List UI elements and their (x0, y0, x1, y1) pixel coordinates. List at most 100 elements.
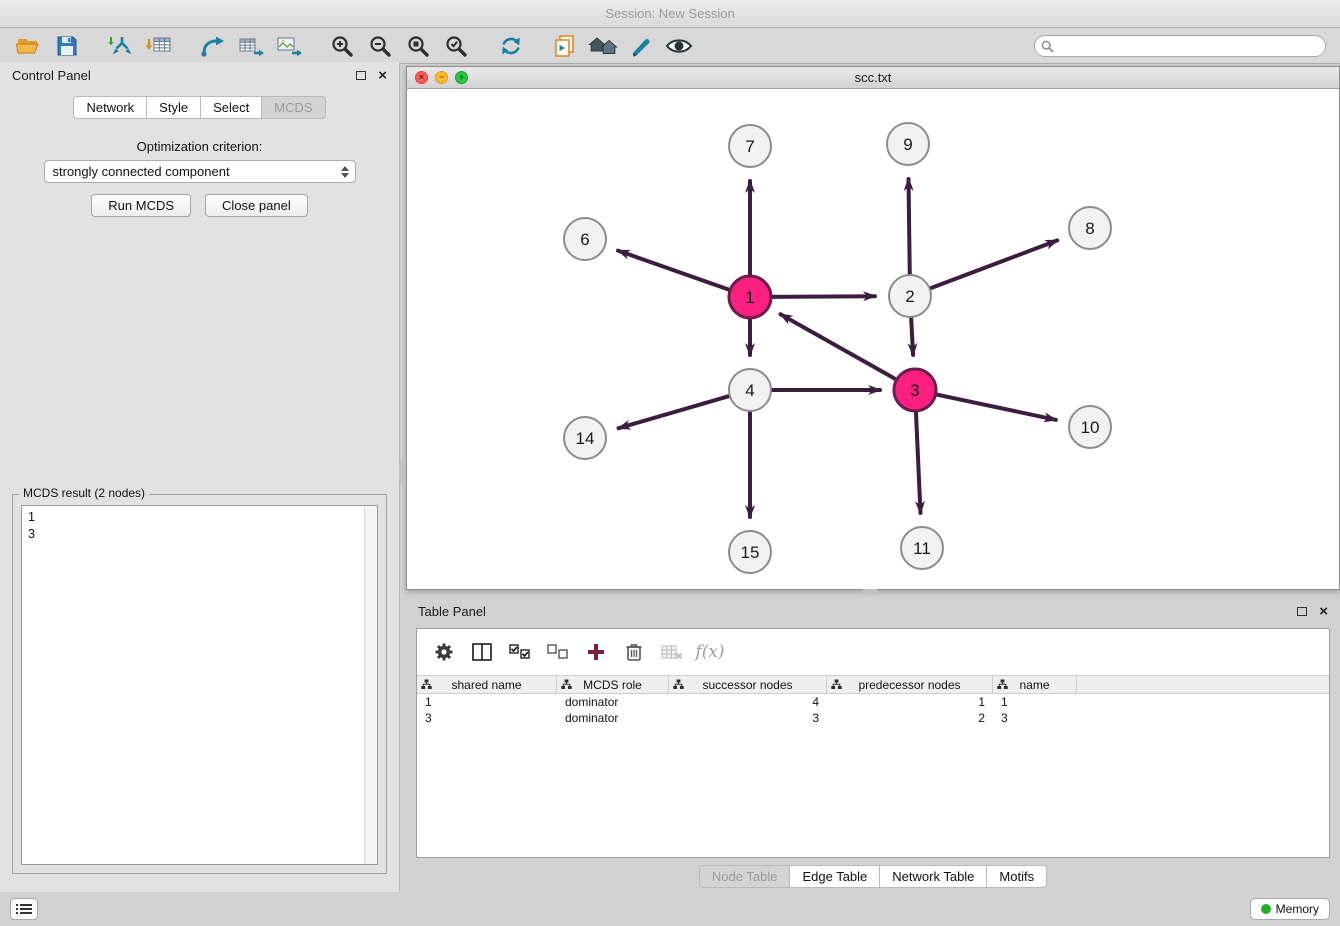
search-input[interactable] (1034, 35, 1326, 57)
column-header-mcds-role[interactable]: MCDS role (557, 676, 669, 693)
home-view-button[interactable] (584, 31, 622, 61)
run-mcds-button[interactable]: Run MCDS (91, 194, 191, 217)
zoom-selected-icon (444, 34, 470, 58)
table-panel-header: Table Panel × (406, 598, 1340, 624)
deselect-all-button[interactable] (539, 635, 577, 669)
memory-button[interactable]: Memory (1250, 898, 1330, 920)
import-network-button[interactable] (102, 31, 140, 61)
show-columns-button[interactable] (463, 635, 501, 669)
zoom-out-button[interactable] (362, 31, 400, 61)
tab-style[interactable]: Style (147, 96, 201, 119)
delete-column-button[interactable] (615, 635, 653, 669)
table-settings-button[interactable] (425, 635, 463, 669)
refresh-view-button[interactable] (492, 31, 530, 61)
mcds-result-title: MCDS result (2 nodes) (19, 486, 149, 500)
zoom-selected-button[interactable] (438, 31, 476, 61)
save-session-button[interactable] (48, 31, 86, 61)
tab-select[interactable]: Select (201, 96, 262, 119)
edge-2-9[interactable] (909, 179, 910, 277)
open-session-button[interactable] (10, 31, 48, 61)
mcds-result-item[interactable]: 1 (28, 509, 359, 526)
result-scrollbar[interactable] (364, 506, 377, 864)
float-table-panel-icon[interactable] (1297, 607, 1307, 616)
float-panel-icon[interactable] (356, 71, 366, 80)
edge-3-10[interactable] (934, 394, 1056, 420)
select-all-button[interactable] (501, 635, 539, 669)
edge-2-3[interactable] (911, 315, 913, 355)
node-14[interactable]: 14 (564, 417, 606, 459)
network-window-titlebar[interactable]: × − + scc.txt (407, 67, 1339, 89)
zoom-in-button[interactable] (324, 31, 362, 61)
cell-predecessor-nodes[interactable]: 2 (827, 710, 993, 726)
delete-table-button[interactable] (653, 635, 691, 669)
node-4[interactable]: 4 (729, 369, 771, 411)
style-brush-icon (628, 34, 654, 58)
svg-text:7: 7 (745, 137, 754, 156)
table-row[interactable]: 1dominator411 (417, 694, 1329, 710)
task-history-button[interactable] (10, 898, 38, 920)
maximize-window-button[interactable]: + (455, 71, 468, 84)
apply-style-button[interactable] (622, 31, 660, 61)
export-image-icon (275, 34, 303, 58)
cell-mcds-role[interactable]: dominator (557, 694, 669, 710)
close-window-button[interactable]: × (415, 71, 428, 84)
cell-name[interactable]: 3 (993, 710, 1077, 726)
close-panel-button[interactable]: Close panel (205, 194, 308, 217)
node-2[interactable]: 2 (889, 275, 931, 317)
copy-annotation-button[interactable] (546, 31, 584, 61)
cell-shared-name[interactable]: 1 (417, 694, 557, 710)
cell-name[interactable]: 1 (993, 694, 1077, 710)
node-6[interactable]: 6 (564, 218, 606, 260)
edge-3-11[interactable] (916, 409, 921, 513)
node-1[interactable]: 1 (729, 276, 771, 318)
export-network-button[interactable] (194, 31, 232, 61)
edge-3-1[interactable] (781, 314, 899, 381)
cell-successor-nodes[interactable]: 4 (669, 694, 827, 710)
window-title: Session: New Session (605, 6, 734, 21)
table-tab-motifs[interactable]: Motifs (987, 865, 1047, 888)
show-graphics-details-button[interactable] (660, 31, 698, 61)
node-11[interactable]: 11 (901, 527, 943, 569)
function-builder-button[interactable]: f(x) (691, 635, 729, 669)
cell-shared-name[interactable]: 3 (417, 710, 557, 726)
dropdown-arrows-icon (341, 166, 349, 178)
export-table-button[interactable] (232, 31, 270, 61)
copy-document-icon (553, 33, 577, 59)
mcds-result-item[interactable]: 3 (28, 526, 359, 543)
node-10[interactable]: 10 (1069, 406, 1111, 448)
tab-network[interactable]: Network (73, 96, 147, 119)
criterion-dropdown[interactable]: strongly connected component (44, 160, 356, 183)
table-row[interactable]: 3dominator323 (417, 710, 1329, 726)
tab-mcds[interactable]: MCDS (262, 96, 325, 119)
add-column-button[interactable] (577, 635, 615, 669)
export-image-button[interactable] (270, 31, 308, 61)
node-8[interactable]: 8 (1069, 207, 1111, 249)
table-tab-node-table[interactable]: Node Table (699, 865, 791, 888)
node-9[interactable]: 9 (887, 123, 929, 165)
column-header-name[interactable]: name (993, 676, 1077, 693)
close-table-panel-icon[interactable]: × (1319, 604, 1328, 619)
minimize-window-button[interactable]: − (435, 71, 448, 84)
column-header-predecessor-nodes[interactable]: predecessor nodes (827, 676, 993, 693)
table-tab-network-table[interactable]: Network Table (880, 865, 987, 888)
column-header-successor-nodes[interactable]: successor nodes (669, 676, 827, 693)
close-panel-icon[interactable]: × (378, 68, 387, 83)
window-splitter-handle[interactable] (862, 589, 878, 594)
zoom-fit-button[interactable] (400, 31, 438, 61)
edge-4-14[interactable] (619, 395, 732, 428)
node-15[interactable]: 15 (729, 531, 771, 573)
edge-1-6[interactable] (618, 251, 732, 291)
column-header-shared-name[interactable]: shared name (417, 676, 557, 693)
svg-text:1: 1 (745, 288, 754, 307)
panel-splitter-handle[interactable] (399, 460, 405, 484)
edge-2-8[interactable] (928, 240, 1058, 289)
node-3[interactable]: 3 (894, 369, 936, 411)
cell-mcds-role[interactable]: dominator (557, 710, 669, 726)
edge-1-2[interactable] (769, 296, 875, 297)
network-canvas[interactable]: 7 9 6 8 1 2 4 3 14 10 15 11 (407, 89, 1339, 589)
cell-successor-nodes[interactable]: 3 (669, 710, 827, 726)
import-table-button[interactable] (140, 31, 178, 61)
cell-predecessor-nodes[interactable]: 1 (827, 694, 993, 710)
node-7[interactable]: 7 (729, 125, 771, 167)
table-tab-edge-table[interactable]: Edge Table (790, 865, 880, 888)
